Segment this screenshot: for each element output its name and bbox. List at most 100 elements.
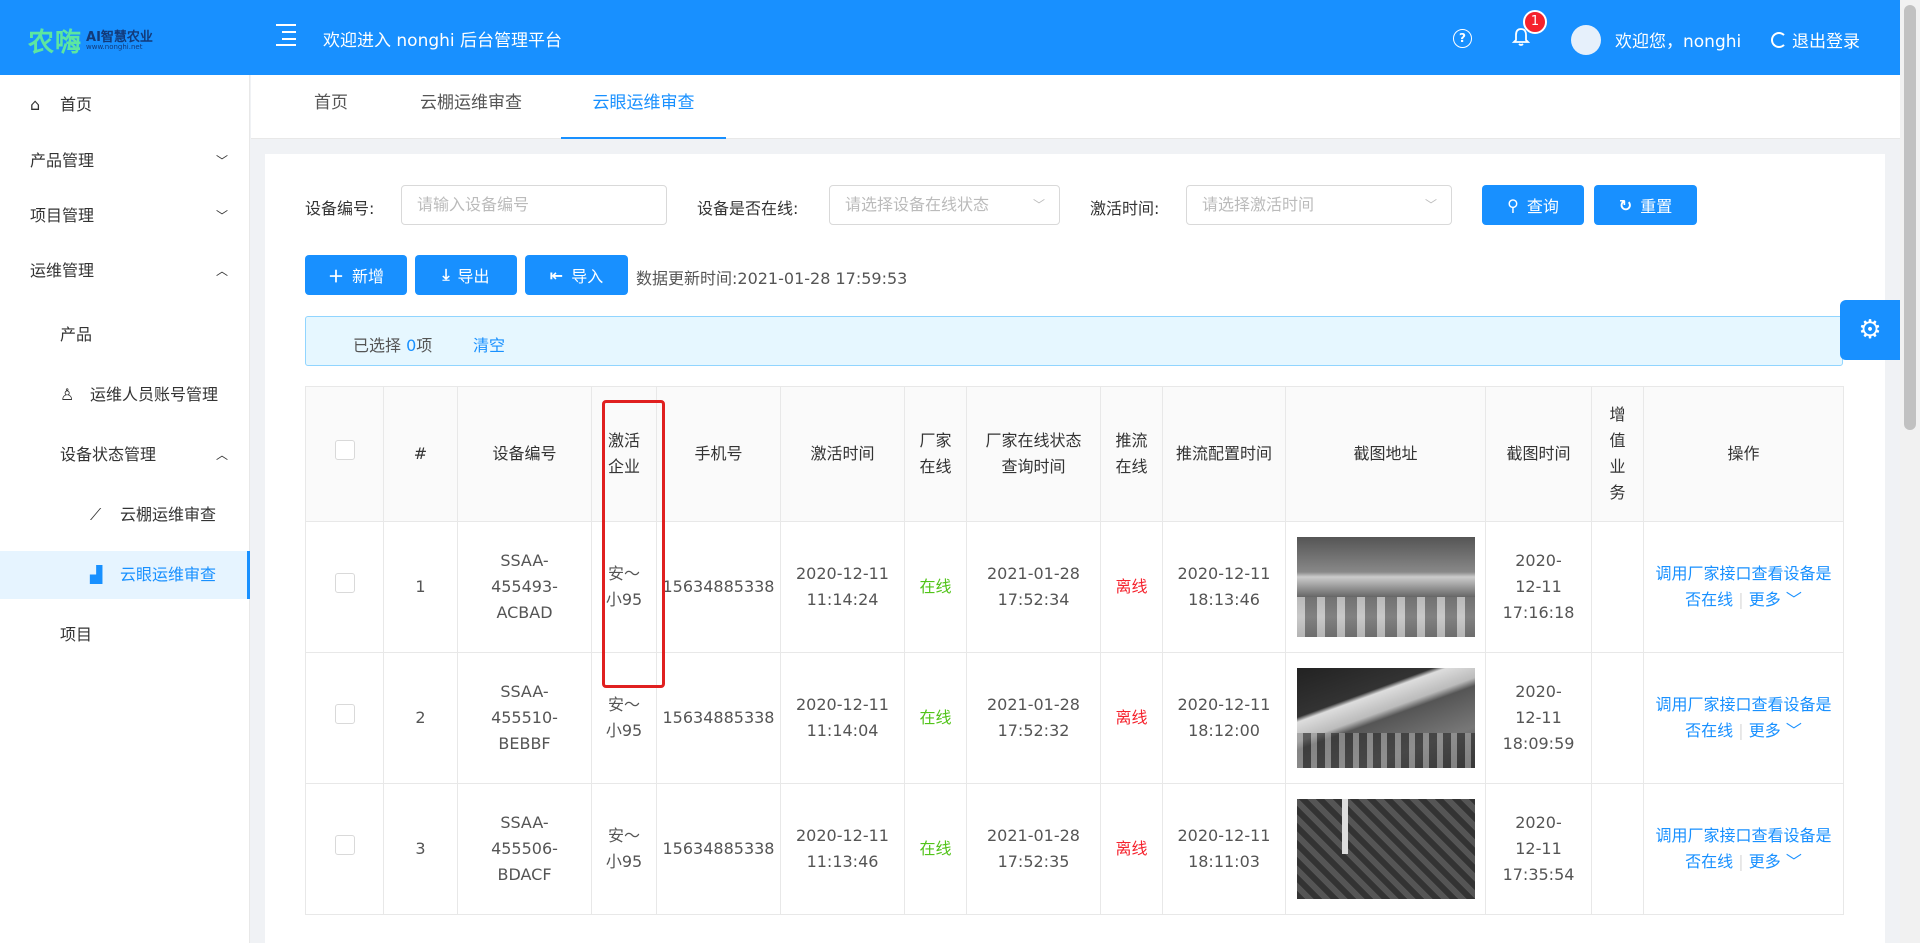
menu-fold-icon[interactable]	[272, 22, 298, 46]
row-checkbox[interactable]	[334, 835, 355, 855]
activate-time-select[interactable]: 请选择激活时间 ﹀	[1186, 185, 1452, 225]
chevron-down-icon: ﹀	[1785, 590, 1802, 609]
device-no-label: 设备编号:	[305, 199, 375, 218]
logo-mark: 农嗨	[28, 28, 83, 58]
tab-cloud-eye-audit[interactable]: 云眼运维审查	[561, 75, 726, 139]
query-button[interactable]: ⚲ 查询	[1482, 185, 1584, 225]
device-no: SSAA-455506-BDACF	[491, 813, 558, 884]
sidebar-item-product-mgmt[interactable]: 产品管理 ﹀	[0, 137, 250, 185]
chevron-down-icon: ﹀	[216, 154, 229, 168]
check-online-link[interactable]: 调用厂家接口查看设备是否在线	[1655, 564, 1831, 609]
phone: 15634885338	[656, 783, 781, 915]
row-index: 1	[383, 521, 458, 653]
screenshot-thumbnail[interactable]	[1296, 668, 1475, 768]
sidebar-item-ops-accounts[interactable]: ♙ 运维人员账号管理	[0, 371, 250, 419]
sidebar-item-ops-mgmt[interactable]: 运维管理 ︿	[0, 247, 250, 295]
update-time: 数据更新时间:2021-01-28 17:59:53	[636, 269, 908, 288]
reset-button[interactable]: ↻ 重置	[1594, 185, 1697, 225]
select-all-cell[interactable]	[305, 386, 384, 522]
sidebar-item-product[interactable]: 产品	[0, 311, 250, 359]
sidebar: ⌂ 首页 产品管理 ﹀ 项目管理 ﹀ 运维管理 ︿ 产品 ♙ 运维人员账号管理 …	[0, 75, 250, 943]
sidebar-item-project-mgmt[interactable]: 项目管理 ﹀	[0, 192, 250, 240]
logout-button[interactable]: 退出登录	[1771, 27, 1860, 52]
sidebar-item-label: 运维管理	[30, 261, 95, 280]
device-no-input[interactable]: 请输入设备编号	[401, 185, 667, 225]
sidebar-item-cloud-shed-audit[interactable]: ⟋ 云棚运维审查	[0, 491, 250, 539]
sidebar-item-label: 产品	[60, 325, 93, 344]
selected-count: 0	[406, 336, 417, 355]
logo[interactable]: 农嗨 AI智慧农业 www.nonghi.net	[28, 22, 153, 59]
more-dropdown[interactable]: 更多 ﹀	[1749, 852, 1802, 871]
clear-selection-link[interactable]: 清空	[473, 332, 505, 356]
sidebar-item-label: 云棚运维审查	[120, 505, 217, 524]
header-title: 欢迎进入 nonghi 后台管理平台	[323, 31, 563, 51]
check-online-link[interactable]: 调用厂家接口查看设备是否在线	[1655, 695, 1831, 740]
chevron-up-icon: ︿	[216, 448, 229, 462]
sidebar-item-label: 设备状态管理	[60, 445, 157, 464]
sidebar-item-cloud-eye-audit[interactable]: ▟ 云眼运维审查	[0, 551, 250, 599]
more-dropdown[interactable]: 更多 ﹀	[1749, 721, 1802, 740]
vendor-query-time: 2021-01-28 17:52:35	[987, 826, 1080, 871]
column-header: #	[383, 386, 458, 522]
avatar[interactable]	[1571, 25, 1601, 55]
import-icon: ⇤	[549, 265, 564, 285]
chevron-down-icon: ﹀	[1032, 198, 1045, 212]
tab-home[interactable]: 首页	[306, 75, 356, 139]
value-added-cell	[1591, 652, 1644, 784]
page-tabs: 首页 云棚运维审查 云眼运维审查	[251, 75, 1900, 139]
search-icon: ⚲	[1507, 195, 1519, 215]
sidebar-item-home[interactable]: ⌂ 首页	[0, 81, 250, 129]
user-icon: ♙	[60, 385, 75, 404]
logout-icon	[1771, 31, 1787, 48]
tab-cloud-shed-audit[interactable]: 云棚运维审查	[411, 75, 531, 139]
value-added-cell	[1591, 783, 1644, 915]
activate-time: 2020-12-11 11:14:04	[796, 695, 889, 740]
stream-online-status: 离线	[1100, 652, 1163, 784]
online-status-select[interactable]: 请选择设备在线状态 ﹀	[829, 185, 1060, 225]
logo-line1: AI智慧农业	[86, 29, 153, 45]
sidebar-item-label: 项目	[60, 625, 93, 644]
page-scrollbar[interactable]	[1900, 0, 1920, 943]
settings-icon: ⚙	[1858, 315, 1882, 345]
row-index: 3	[383, 783, 458, 915]
column-header: 截图时间	[1485, 386, 1592, 522]
row-checkbox[interactable]	[334, 704, 355, 724]
bar-chart-icon: ▟	[90, 565, 103, 584]
chevron-down-icon: ﹀	[216, 209, 229, 223]
value-added-cell	[1591, 521, 1644, 653]
chevron-up-icon: ︿	[216, 264, 229, 278]
sidebar-item-device-status[interactable]: 设备状态管理 ︿	[0, 431, 250, 479]
column-header: 截图地址	[1285, 386, 1486, 522]
column-header: 手机号	[656, 386, 781, 522]
stream-config-time: 2020-12-11 18:12:00	[1177, 695, 1271, 740]
table-row: 3 SSAA-455506-BDACF 安～小95 15634885338 20…	[305, 783, 1844, 915]
vendor-query-time: 2021-01-28 17:52:32	[987, 695, 1080, 740]
sidebar-item-label: 首页	[60, 95, 93, 114]
settings-button[interactable]: ⚙	[1840, 300, 1900, 360]
import-button[interactable]: ⇤ 导入	[525, 255, 628, 295]
add-button[interactable]: ＋ 新增	[305, 255, 407, 295]
stream-config-time: 2020-12-11 18:13:46	[1177, 564, 1271, 609]
column-header: 厂家在线状态查询时间	[966, 386, 1101, 522]
export-button[interactable]: ⤓ 导出	[415, 255, 517, 295]
sidebar-item-project[interactable]: 项目	[0, 611, 250, 659]
column-header: 推流在线	[1100, 386, 1163, 522]
screenshot-thumbnail[interactable]	[1296, 537, 1475, 637]
column-header: 厂家在线	[904, 386, 967, 522]
help-icon[interactable]: ?	[1453, 29, 1472, 48]
sidebar-item-label: 产品管理	[30, 151, 95, 170]
more-dropdown[interactable]: 更多 ﹀	[1749, 590, 1802, 609]
row-checkbox[interactable]	[334, 573, 355, 593]
scrollbar-thumb[interactable]	[1904, 5, 1916, 430]
sidebar-item-label: 项目管理	[30, 206, 95, 225]
stream-online-status: 离线	[1100, 521, 1163, 653]
select-all-checkbox[interactable]	[334, 440, 355, 460]
screenshot-thumbnail[interactable]	[1296, 799, 1475, 899]
reload-icon: ↻	[1618, 195, 1633, 215]
company: 安～小95	[605, 826, 643, 871]
online-status-label: 设备是否在线:	[697, 199, 799, 218]
activate-time: 2020-12-11 11:13:46	[796, 826, 889, 871]
export-icon: ⤓	[442, 265, 450, 284]
vendor-online-status: 在线	[904, 521, 967, 653]
check-online-link[interactable]: 调用厂家接口查看设备是否在线	[1655, 826, 1831, 871]
